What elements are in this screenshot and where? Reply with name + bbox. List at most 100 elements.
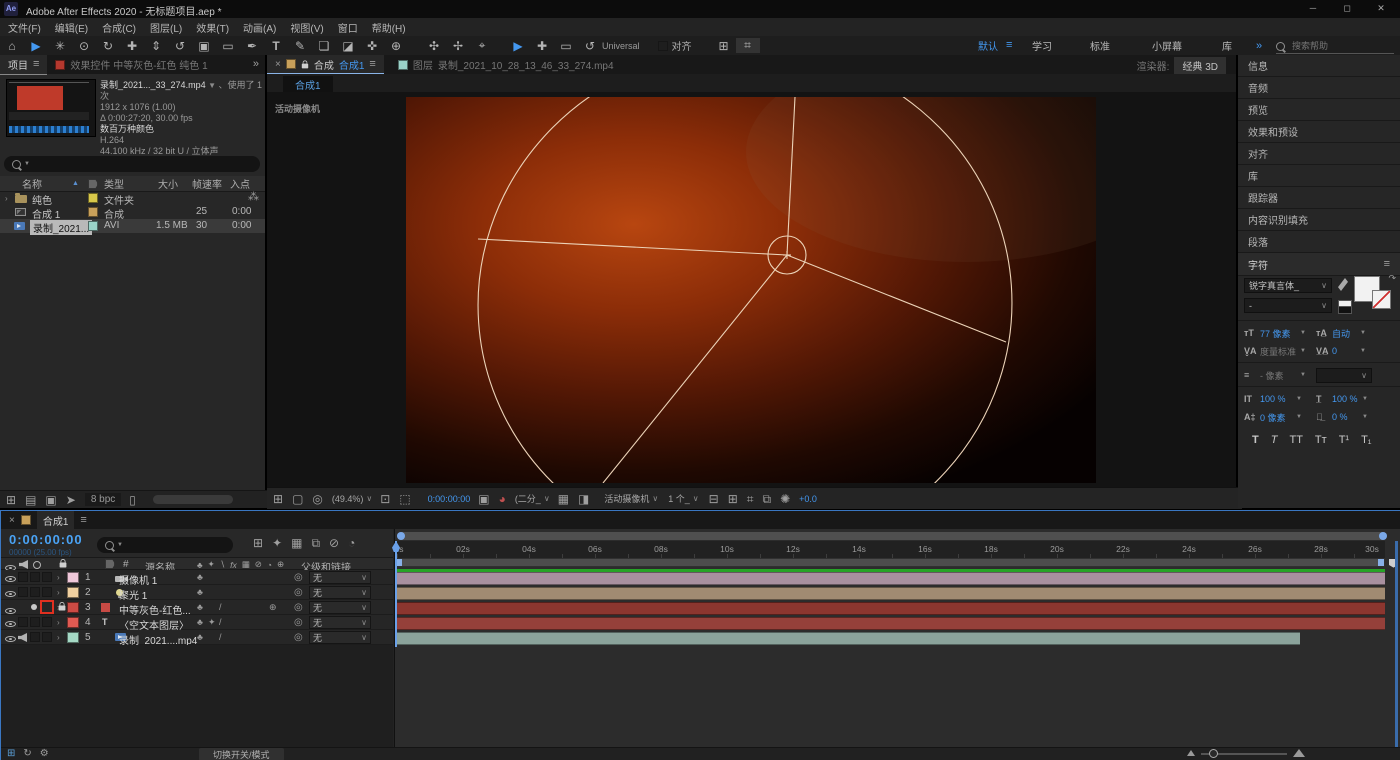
subscript-button[interactable]: T₁ [1361, 434, 1371, 446]
label-column-icon[interactable] [105, 559, 115, 569]
faux-bold-button[interactable]: T [1252, 434, 1259, 446]
layer-duration-bar[interactable] [395, 602, 1385, 615]
table-row[interactable]: 合成 1 合成 25 0:00 [0, 205, 265, 219]
zoom-out-mountain-icon[interactable] [1187, 750, 1195, 756]
solo-toggle[interactable] [30, 617, 40, 627]
zoom-tool-icon[interactable]: ⊙ [72, 39, 96, 53]
workspace-tab-default[interactable]: 默认 [978, 38, 998, 53]
parent-pickwhip-icon[interactable]: ◎ [294, 602, 303, 613]
tab-layer-label[interactable]: 图层 [413, 57, 433, 72]
camera-widget-select-icon[interactable]: ▶ [506, 39, 530, 53]
layer-row[interactable]: › 3 中等灰色-红色... ♣ / ⊕ ◎ 无∨ [1, 600, 393, 615]
menu-layer[interactable]: 图层(L) [150, 20, 182, 35]
navigator-end-handle[interactable] [1379, 532, 1387, 540]
timeline-button-icon[interactable]: ⌗ [747, 493, 754, 505]
hide-shy-layers-icon[interactable]: ▦ [291, 537, 302, 549]
all-caps-button[interactable]: TT [1289, 434, 1302, 446]
audio-column-icon[interactable] [19, 560, 28, 569]
panel-tab-tracker[interactable]: 跟踪器 [1238, 187, 1400, 209]
shy-switch[interactable]: ♣ [197, 572, 203, 582]
col-name[interactable]: 名称 [22, 176, 42, 191]
col-type[interactable]: 类型 [104, 176, 124, 191]
workspace-tab-learn[interactable]: 学习 [1032, 38, 1052, 53]
expander-icon[interactable]: › [57, 603, 60, 612]
fast-preview-icon[interactable]: ⊞ [728, 493, 738, 505]
layer-row[interactable]: › 4 T 〈空文本图层〉 ♣ ✦ / ◎ 无∨ [1, 615, 393, 630]
workspace-tab-small-screen[interactable]: 小屏幕 [1152, 38, 1182, 53]
col-fps[interactable]: 帧速率 [192, 176, 222, 191]
project-search[interactable]: ▼ [4, 156, 260, 172]
shy-switch[interactable]: ♣ [197, 602, 203, 612]
playhead-line[interactable] [395, 541, 397, 647]
parent-pickwhip-icon[interactable]: ◎ [294, 617, 303, 628]
time-navigator[interactable] [397, 532, 1387, 540]
home-tool-icon[interactable]: ⌂ [0, 39, 24, 53]
parent-select[interactable]: 无∨ [309, 616, 371, 629]
viewer-pasteboard[interactable]: 活动摄像机 [267, 92, 1236, 487]
camera-widget-orbit-icon[interactable]: ↺ [578, 39, 602, 53]
track-area[interactable]: 0s 02s 04s 06s 08s 10s 12s 14s 16s 18s 2… [394, 529, 1400, 747]
orbit-camera-tool-icon[interactable]: ↻ [96, 39, 120, 53]
current-time-display[interactable]: 0:00:00:00 [9, 532, 83, 547]
dolly-camera-tool-icon[interactable]: ⇕ [144, 39, 168, 53]
zoom-in-mountain-icon[interactable] [1293, 749, 1305, 757]
expander-icon[interactable]: › [57, 588, 60, 597]
parent-pickwhip-icon[interactable]: ◎ [294, 632, 303, 643]
roto-brush-tool-icon[interactable]: ✜ [360, 39, 384, 53]
layer-row[interactable]: › 5 录制_2021....mp4 ♣ / ◎ 无∨ [1, 630, 393, 645]
workspace-overflow-icon[interactable]: » [1256, 40, 1262, 52]
tracking-value[interactable]: 0 [1332, 346, 1360, 356]
pixel-aspect-icon[interactable]: ⊟ [709, 493, 719, 505]
parent-select[interactable]: 无∨ [309, 586, 371, 599]
layer-color-swatch[interactable] [67, 632, 79, 643]
maximize-button[interactable]: ◻ [1332, 3, 1362, 14]
resolution-value[interactable]: (二分_ [515, 492, 541, 505]
shy-switch[interactable]: ♣ [197, 632, 203, 642]
tab-project[interactable]: 项目 [8, 57, 28, 72]
local-axis-mode-icon[interactable]: ✣ [422, 39, 446, 53]
eraser-tool-icon[interactable]: ◪ [336, 39, 360, 53]
zoom-slider-knob[interactable] [1209, 749, 1218, 758]
proxy-icon[interactable]: ➤ [66, 494, 76, 506]
expander-icon[interactable]: › [5, 194, 8, 203]
panel-tab-info[interactable]: 信息 [1238, 55, 1400, 77]
character-panel-menu-icon[interactable]: ≡ [1384, 259, 1390, 270]
safe-guides-icon[interactable]: ⊡ [380, 493, 390, 505]
eye-toggle[interactable] [5, 591, 16, 597]
superscript-button[interactable]: T¹ [1339, 434, 1349, 446]
audio-toggle-on[interactable] [18, 633, 27, 642]
stroke-color-well[interactable] [1372, 290, 1391, 309]
workspace-tab-library[interactable]: 库 [1222, 38, 1232, 53]
tab-composition-label[interactable]: 合成 [314, 57, 334, 72]
kerning-dropdown-icon[interactable]: ▼ [1300, 348, 1306, 354]
kerning-value[interactable]: 度量标准 [1260, 345, 1300, 358]
usage-tree-icon[interactable]: ⁂ [248, 192, 259, 203]
baseline-shift-dropdown-icon[interactable]: ▼ [1296, 414, 1302, 420]
navigator-start-handle[interactable] [397, 532, 405, 540]
baseline-shift-value[interactable]: 0 像素 [1260, 411, 1296, 424]
stroke-style-select[interactable]: ∨ [1316, 368, 1372, 383]
tab-effect-controls[interactable]: 效果控件 中等灰色-红色 纯色 1 [70, 57, 207, 72]
leading-dropdown-icon[interactable]: ▼ [1360, 330, 1366, 336]
bit-depth-button[interactable]: 8 bpc [85, 493, 121, 506]
layer-color-swatch[interactable] [67, 617, 79, 628]
quality-switch[interactable]: / [219, 617, 222, 627]
leading-value[interactable]: 自动 [1332, 327, 1360, 340]
shy-switch[interactable]: ♣ [197, 617, 203, 627]
stroke-width-dropdown-icon[interactable]: ▼ [1300, 372, 1306, 378]
sort-ascending-icon[interactable]: ▲ [72, 180, 79, 187]
table-row[interactable]: › 纯色 文件夹 ⁂ [0, 191, 265, 205]
renderer-value[interactable]: 经典 3D [1174, 57, 1226, 74]
solo-column-icon[interactable] [33, 561, 41, 569]
parent-pickwhip-icon[interactable]: ◎ [294, 587, 303, 598]
snap-option1-icon[interactable]: ⊞ [712, 39, 736, 53]
expand-transfer-modes-icon[interactable]: ↻ [23, 749, 31, 759]
eye-toggle[interactable] [5, 608, 16, 614]
tracking-dropdown-icon[interactable]: ▼ [1360, 348, 1366, 354]
transparency-grid-icon[interactable]: ▦ [558, 493, 569, 505]
label-swatch[interactable] [88, 207, 98, 217]
camera-widget-pan-icon[interactable]: ✚ [530, 39, 554, 53]
work-area-end-handle[interactable] [1378, 559, 1384, 566]
menu-help[interactable]: 帮助(H) [372, 20, 406, 35]
resolution-dropdown-icon[interactable]: ∨ [544, 494, 550, 503]
